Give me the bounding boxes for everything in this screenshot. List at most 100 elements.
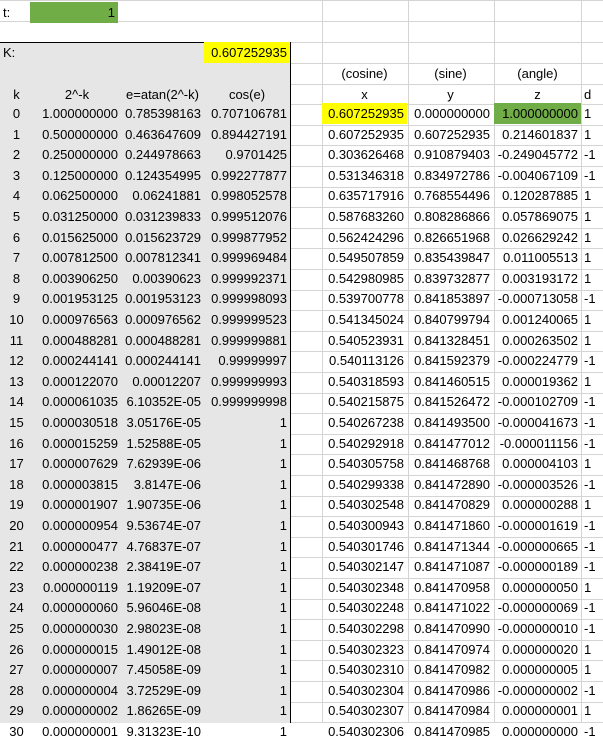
cell-x-cosine[interactable]: 0.540302147 — [322, 556, 407, 577]
cell-k[interactable]: 16 — [0, 433, 33, 454]
cell-k[interactable]: 10 — [0, 309, 33, 330]
cell-x-cosine[interactable]: 0.540523931 — [322, 330, 407, 351]
cell-z-angle[interactable]: -0.000000069 — [494, 597, 581, 618]
cell-k[interactable]: 28 — [0, 680, 33, 701]
cell-y-sine[interactable]: 0.841471022 — [408, 597, 493, 618]
cell-e-atan[interactable]: 7.62939E-06 — [121, 453, 204, 474]
cell-two-pow-neg-k[interactable]: 0.001953125 — [33, 288, 121, 309]
cell-k[interactable]: 3 — [0, 165, 33, 186]
cell-e-atan[interactable]: 3.8147E-06 — [121, 474, 204, 495]
cell-d[interactable]: 1 — [581, 494, 603, 515]
cell-x-cosine[interactable]: 0.540302310 — [322, 659, 407, 680]
cell-z-angle[interactable]: 0.000004103 — [494, 453, 581, 474]
cell-e-atan[interactable]: 5.96046E-08 — [121, 597, 204, 618]
cell-z-angle[interactable]: 0.000000000 — [494, 721, 581, 742]
cell-e-atan[interactable]: 0.00390623 — [121, 268, 204, 289]
cell-cos-e[interactable]: 0.999998093 — [204, 288, 290, 309]
cell-d[interactable]: 1 — [581, 309, 603, 330]
cell-e-atan[interactable]: 0.015623729 — [121, 227, 204, 248]
cell-two-pow-neg-k[interactable]: 0.000000007 — [33, 659, 121, 680]
cell-cos-e[interactable]: 1 — [204, 433, 290, 454]
cell-two-pow-neg-k[interactable]: 0.000001907 — [33, 494, 121, 515]
cell-k[interactable]: 15 — [0, 412, 33, 433]
cell-cos-e[interactable]: 1 — [204, 412, 290, 433]
cell-cos-e[interactable]: 1 — [204, 680, 290, 701]
cell-two-pow-neg-k[interactable]: 0.000000119 — [33, 577, 121, 598]
cell-z-angle[interactable]: 0.000000050 — [494, 577, 581, 598]
cell-z-angle[interactable]: -0.000000189 — [494, 556, 581, 577]
cell-d[interactable]: -1 — [581, 433, 603, 454]
cell-d[interactable]: -1 — [581, 165, 603, 186]
cell-d[interactable]: -1 — [581, 536, 603, 557]
cell-cos-e[interactable]: 0.9701425 — [204, 144, 290, 165]
cell-two-pow-neg-k[interactable]: 0.000061035 — [33, 391, 121, 412]
cell-z-angle[interactable]: -0.000224779 — [494, 350, 581, 371]
cell-d[interactable]: 1 — [581, 227, 603, 248]
cell-two-pow-neg-k[interactable]: 0.000003815 — [33, 474, 121, 495]
cell-cos-e[interactable]: 0.99999997 — [204, 350, 290, 371]
cell-e-atan[interactable]: 1.90735E-06 — [121, 494, 204, 515]
cell-x-cosine[interactable]: 0.542980985 — [322, 268, 407, 289]
cell-x-cosine[interactable]: 0.540302248 — [322, 597, 407, 618]
cell-x-cosine[interactable]: 0.540302307 — [322, 700, 407, 721]
cell-k[interactable]: 17 — [0, 453, 33, 474]
cell-z-angle[interactable]: -0.000003526 — [494, 474, 581, 495]
cell-y-sine[interactable]: 0.826651968 — [408, 227, 493, 248]
cell-x-cosine[interactable]: 0.562424296 — [322, 227, 407, 248]
cell-x-cosine[interactable]: 0.540299338 — [322, 474, 407, 495]
cell-d[interactable]: -1 — [581, 618, 603, 639]
cell-x-cosine[interactable]: 0.540318593 — [322, 371, 407, 392]
cell-two-pow-neg-k[interactable]: 0.000000001 — [33, 721, 121, 742]
cell-x-cosine[interactable]: 0.540302323 — [322, 639, 407, 660]
cell-two-pow-neg-k[interactable]: 0.000000002 — [33, 700, 121, 721]
cell-y-sine[interactable]: 0.835439847 — [408, 247, 493, 268]
cell-two-pow-neg-k[interactable]: 0.250000000 — [33, 144, 121, 165]
cell-d[interactable]: -1 — [581, 144, 603, 165]
cell-e-atan[interactable]: 0.785398163 — [121, 103, 204, 124]
cell-two-pow-neg-k[interactable]: 0.000000238 — [33, 556, 121, 577]
cell-z-angle[interactable]: -0.000001619 — [494, 515, 581, 536]
cell-x-cosine[interactable]: 0.531346318 — [322, 165, 407, 186]
cell-z-angle[interactable]: 0.011005513 — [494, 247, 581, 268]
cell-x-cosine[interactable]: 0.635717916 — [322, 185, 407, 206]
cell-e-atan[interactable]: 0.244978663 — [121, 144, 204, 165]
cell-e-atan[interactable]: 0.031239833 — [121, 206, 204, 227]
cell-z-angle[interactable]: -0.004067109 — [494, 165, 581, 186]
cell-cos-e[interactable]: 0.999512076 — [204, 206, 290, 227]
cell-cos-e[interactable]: 0.992277877 — [204, 165, 290, 186]
cell-two-pow-neg-k[interactable]: 0.015625000 — [33, 227, 121, 248]
cell-z-angle[interactable]: 0.000000001 — [494, 700, 581, 721]
cell-e-atan[interactable]: 1.49012E-08 — [121, 639, 204, 660]
cell-z-angle[interactable]: -0.000041673 — [494, 412, 581, 433]
cell-cos-e[interactable]: 1 — [204, 515, 290, 536]
cell-z-angle[interactable]: 0.000000020 — [494, 639, 581, 660]
cell-k[interactable]: 0 — [0, 103, 33, 124]
cell-y-sine[interactable]: 0.841470984 — [408, 700, 493, 721]
cell-x-cosine[interactable]: 0.549507859 — [322, 247, 407, 268]
cell-k[interactable]: 25 — [0, 618, 33, 639]
cell-k[interactable]: 13 — [0, 371, 33, 392]
cell-two-pow-neg-k[interactable]: 0.000000004 — [33, 680, 121, 701]
cell-z-angle[interactable]: 0.026629242 — [494, 227, 581, 248]
cell-k[interactable]: 11 — [0, 330, 33, 351]
cell-y-sine[interactable]: 0.841470974 — [408, 639, 493, 660]
cell-two-pow-neg-k[interactable]: 0.000000030 — [33, 618, 121, 639]
cell-z-angle[interactable]: -0.000000665 — [494, 536, 581, 557]
cell-cos-e[interactable]: 1 — [204, 536, 290, 557]
cell-k[interactable]: 9 — [0, 288, 33, 309]
cell-two-pow-neg-k[interactable]: 0.003906250 — [33, 268, 121, 289]
cell-k[interactable]: 22 — [0, 556, 33, 577]
cell-z-angle[interactable]: 0.000000288 — [494, 494, 581, 515]
cell-y-sine[interactable]: 0.839732877 — [408, 268, 493, 289]
cell-cos-e[interactable]: 1 — [204, 721, 290, 742]
cell-cos-e[interactable]: 0.707106781 — [204, 103, 290, 124]
cell-two-pow-neg-k[interactable]: 0.000007629 — [33, 453, 121, 474]
cell-cos-e[interactable]: 1 — [204, 453, 290, 474]
cell-y-sine[interactable]: 0.841471344 — [408, 536, 493, 557]
cell-cos-e[interactable]: 0.999999881 — [204, 330, 290, 351]
cell-k[interactable]: 20 — [0, 515, 33, 536]
cell-y-sine[interactable]: 0.841470982 — [408, 659, 493, 680]
cell-two-pow-neg-k[interactable]: 0.000000477 — [33, 536, 121, 557]
cell-k[interactable]: 21 — [0, 536, 33, 557]
cell-x-cosine[interactable]: 0.540302306 — [322, 721, 407, 742]
